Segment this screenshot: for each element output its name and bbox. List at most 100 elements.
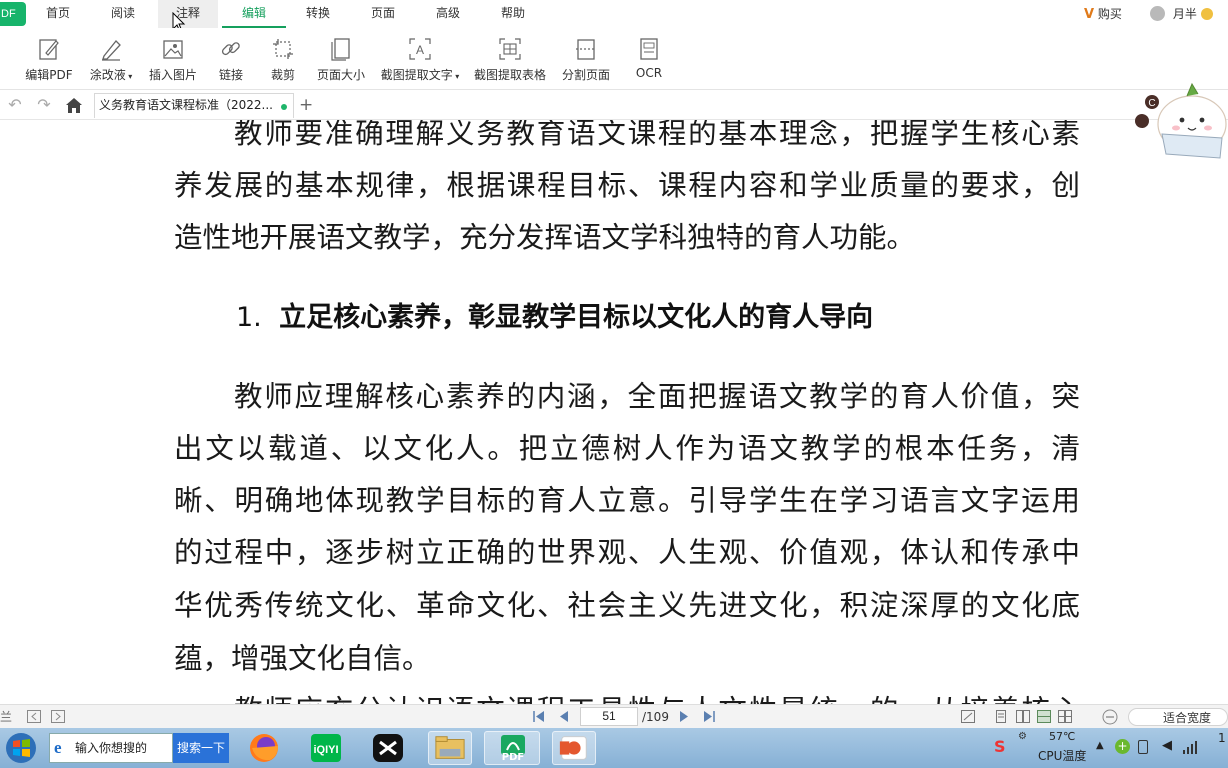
add-tab-button[interactable]: + [299,95,317,115]
paragraph-line: 教师应理解核心素养的内涵，全面把握语文教学的育人价值，突 [234,380,1080,413]
collapse-right-icon[interactable] [51,710,65,723]
paragraph-line: 的过程中，逐步树立正确的世界观、人生观、价值观，体认和传承中 [174,536,1080,569]
redo-icon[interactable]: ↷ [34,95,54,115]
capcut-icon[interactable] [370,731,406,765]
tab-annotate[interactable]: 注释 [158,0,218,28]
paragraph-line: 华优秀传统文化、革命文化、社会主义先进文化，积淀深厚的文化底 [174,589,1080,622]
ocr-text-icon: A [409,38,431,60]
undo-icon[interactable]: ↶ [5,95,25,115]
tab-page[interactable]: 页面 [363,0,403,28]
buy-button[interactable]: V 购买 [1084,3,1134,25]
temperature-label: CPU温度 [1038,749,1087,763]
file-explorer-icon[interactable] [428,731,472,765]
paragraph-line: 造性地开展语文教学，充分发挥语文学科独特的育人功能。 [174,221,916,254]
unsaved-dot-icon [281,104,287,110]
temperature-value: 57℃ [1049,730,1076,743]
svg-text:iQIYI: iQIYI [313,744,338,756]
edit-pdf-icon [39,39,59,60]
split-page-button[interactable]: 分割页面 [560,36,612,88]
link-button[interactable]: 链接 [212,36,250,88]
ribbon-toolbar: 编辑PDF 涂改液 ▾ 插入图片 链接 裁剪 页面大小 A 截图提取文字 ▾ 截 [0,28,1228,90]
start-button-icon[interactable] [3,731,39,765]
dropdown-arrow-icon: ▾ [452,72,460,81]
ocr-icon [640,38,658,60]
sidebar-toggle-label[interactable]: 兰 [0,708,12,726]
paragraph-line: 养发展的基本规律，根据课程目标、课程内容和学业质量的要求，创 [174,169,1080,202]
tab-help[interactable]: 帮助 [493,0,533,28]
avatar-icon [1150,6,1165,21]
paragraph-line: 出文以载道、以文化人。把立德树人作为语文教学的根本任务，清 [174,432,1080,465]
taskbar-search-button[interactable]: 搜索一下 [173,733,229,763]
tray-plus-icon[interactable]: + [1115,739,1130,754]
paragraph-line: 晰、明确地体现教学目标的育人立意。引导学生在学习语言文字运用 [174,484,1080,517]
insert-image-button[interactable]: 插入图片 [146,36,200,88]
ie-icon: e [54,738,62,757]
extract-table-icon [499,38,521,60]
app-window: DF 首页 阅读 注释 编辑 转换 页面 高级 帮助 V 购买 月半 编辑PDF [0,0,1228,768]
document-tab-bar: ↶ ↷ 义务教育语文课程标准（2022... + [0,91,1228,120]
system-tray: S ⚙ 57℃ CPU温度 ▲ + ◀ 1 [992,728,1228,768]
zoom-out-icon[interactable] [1102,709,1118,725]
presentation-app-icon[interactable] [552,731,596,765]
zoom-select[interactable]: 适合宽度 [1128,708,1228,726]
svg-text:C: C [1148,98,1155,109]
sogou-input-icon[interactable]: S [994,737,1006,756]
app-logo[interactable]: DF [0,2,26,26]
iqiyi-icon[interactable]: iQIYI [308,731,344,765]
last-page-icon[interactable] [703,711,715,722]
ocr-button[interactable]: OCR [630,36,668,88]
split-page-icon [576,39,596,60]
extract-table-button[interactable]: 截图提取表格 [472,36,548,88]
fit-page-icon[interactable] [961,710,975,723]
prev-page-icon[interactable] [559,711,569,722]
vip-icon: V [1084,7,1095,22]
firefox-icon[interactable] [246,731,282,765]
clock[interactable]: 1 [1218,731,1226,745]
ocr-text-button[interactable]: A 截图提取文字 ▾ [380,36,460,88]
network-signal-icon[interactable] [1182,740,1198,754]
usb-icon[interactable] [1138,740,1148,754]
user-menu[interactable]: 月半 [1150,3,1228,25]
continuous-page-icon[interactable] [1037,710,1051,723]
crown-icon [1200,8,1213,20]
page-size-icon [331,38,350,61]
single-page-icon[interactable] [995,710,1007,723]
crop-button[interactable]: 裁剪 [264,36,302,88]
correction-pen-button[interactable]: 涂改液 ▾ [86,36,136,88]
page-number-input[interactable]: 51 [580,707,638,726]
status-bar: 兰 51 /109 适合宽度 [0,704,1228,728]
paragraph-line: 教师要准确理解义务教育语文课程的基本理念，把握学生核心素 [234,120,1080,150]
mascot-sticker-icon[interactable]: C [1132,74,1228,160]
paragraph-line: 蕴，增强文化自信。 [174,642,431,675]
pdf-page-view[interactable]: 教师要准确理解义务教育语文课程的基本理念，把握学生核心素 养发展的基本规律，根据… [0,120,1228,704]
tab-home[interactable]: 首页 [38,0,78,28]
page-size-button[interactable]: 页面大小 [314,36,368,88]
tab-convert[interactable]: 转换 [298,0,338,28]
next-page-icon[interactable] [679,711,689,722]
total-pages: /109 [642,710,669,724]
tab-read[interactable]: 阅读 [103,0,143,28]
paragraph-line: 教师应充分认识语文课程工具性与人文性是统一的，从培养核心 [234,688,1080,704]
correction-pen-icon [102,40,121,61]
collapse-left-icon[interactable] [27,710,41,723]
document-tab[interactable]: 义务教育语文课程标准（2022... [94,93,294,118]
dropdown-arrow-icon: ▾ [125,72,133,81]
insert-image-icon [163,40,183,59]
network-settings-icon[interactable]: ⚙ [1018,731,1027,742]
two-page-icon[interactable] [1016,710,1030,723]
tab-edit[interactable]: 编辑 [222,0,286,28]
pdf-app-taskbar[interactable]: PDF [484,731,540,765]
section-heading: 1. 立足核心素养，彰显教学目标以文化人的育人导向 [236,302,874,333]
link-icon [221,42,240,56]
first-page-icon[interactable] [533,711,545,722]
volume-icon[interactable]: ◀ [1162,738,1172,753]
tab-advanced[interactable]: 高级 [428,0,468,28]
menu-bar: DF 首页 阅读 注释 编辑 转换 页面 高级 帮助 V 购买 月半 [0,0,1228,33]
windows-taskbar: e 输入你想搜的 搜索一下 iQIYI PDF S ⚙ 57℃ CPU温度 ▲ … [0,728,1228,768]
taskbar-search-input[interactable]: e 输入你想搜的 [49,733,173,763]
crop-icon [273,39,293,59]
two-page-continuous-icon[interactable] [1058,710,1072,723]
edit-pdf-button[interactable]: 编辑PDF [22,36,76,88]
home-icon[interactable] [65,97,83,114]
tray-expand-icon[interactable]: ▲ [1096,740,1104,751]
